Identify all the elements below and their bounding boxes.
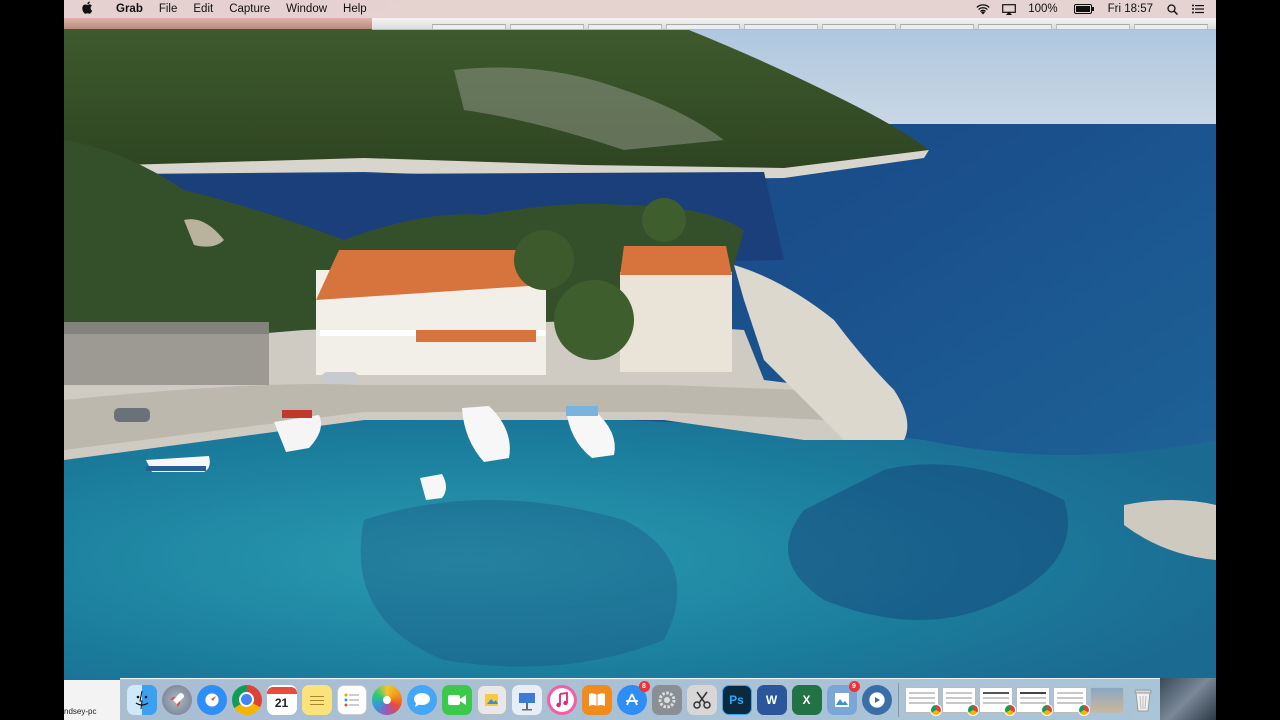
quicktime-icon[interactable] <box>861 684 892 715</box>
photoshop-label: Ps <box>729 692 744 707</box>
minimized-window[interactable] <box>1015 686 1053 716</box>
battery-icon[interactable] <box>1070 4 1094 14</box>
browser-window-tabstrip[interactable] <box>372 18 1216 30</box>
desktop-screen: Grab File Edit Capture Window Help 100% … <box>64 0 1216 720</box>
finder-icon[interactable] <box>126 684 157 715</box>
browser-tab[interactable] <box>588 24 662 29</box>
app-menu-grab[interactable]: Grab <box>108 0 151 18</box>
wifi-icon[interactable] <box>976 3 990 15</box>
menu-edit[interactable]: Edit <box>185 0 221 18</box>
calendar-icon[interactable]: 21 <box>266 684 297 715</box>
word-icon[interactable]: W <box>756 684 787 715</box>
minimized-window[interactable] <box>1052 686 1090 716</box>
desktop-window-fragment[interactable] <box>1160 678 1216 720</box>
menu-help[interactable]: Help <box>335 0 375 18</box>
chrome-icon <box>1040 703 1053 716</box>
browser-tab[interactable] <box>432 24 506 29</box>
scissors-icon[interactable] <box>686 684 717 715</box>
music-note-icon[interactable] <box>546 684 577 715</box>
browser-tab[interactable] <box>666 24 740 29</box>
image-icon[interactable]: 9 <box>826 680 860 715</box>
menu-window[interactable]: Window <box>278 0 335 18</box>
window-strip <box>64 18 1216 30</box>
grab-window-edge[interactable] <box>64 18 372 29</box>
browser-tab[interactable] <box>1056 24 1130 29</box>
desktop-window-fragment[interactable]: ndsey-pc <box>64 680 120 720</box>
dock-separator <box>898 682 899 717</box>
video-camera-icon[interactable] <box>441 684 472 715</box>
chat-bubble-icon[interactable] <box>406 684 437 715</box>
presentation-icon[interactable] <box>511 684 542 715</box>
minimized-window[interactable] <box>978 686 1016 716</box>
calendar-date: 21 <box>274 696 289 710</box>
gear-icon[interactable] <box>651 684 682 715</box>
excel-icon[interactable]: X <box>791 684 822 715</box>
browser-tab[interactable] <box>1134 24 1208 29</box>
preview-icon[interactable] <box>476 684 507 715</box>
image-app-badge: 9 <box>848 680 860 692</box>
browser-tab[interactable] <box>978 24 1052 29</box>
rocket-icon[interactable] <box>161 684 192 715</box>
window-label: ndsey-pc <box>64 707 97 716</box>
chrome-icon <box>966 703 979 716</box>
trash-icon[interactable] <box>1128 685 1158 715</box>
desktop-wallpaper <box>64 0 1216 720</box>
menu-bar: Grab File Edit Capture Window Help 100% … <box>64 0 1216 18</box>
notes-icon[interactable] <box>301 684 332 715</box>
word-label: W <box>765 692 778 707</box>
menu-capture[interactable]: Capture <box>221 0 278 18</box>
compass-icon[interactable] <box>196 684 227 715</box>
book-icon[interactable] <box>581 684 612 715</box>
list-icon[interactable] <box>1192 4 1204 14</box>
chrome-icon <box>1077 703 1090 716</box>
browser-tab[interactable] <box>822 24 896 29</box>
airplay-icon[interactable] <box>1002 3 1017 15</box>
apple-icon[interactable] <box>80 1 94 17</box>
list-icon[interactable] <box>336 684 367 715</box>
app-store-badge: 8 <box>638 680 650 692</box>
browser-tab[interactable] <box>900 24 974 29</box>
dock: 21 8 Ps W X 9 <box>120 678 1160 720</box>
browser-tab[interactable] <box>744 24 818 29</box>
app-store-icon[interactable]: 8 <box>616 680 650 715</box>
photoshop-icon[interactable]: Ps <box>721 684 752 715</box>
clock[interactable]: Fri 18:57 <box>1108 0 1153 18</box>
excel-label: X <box>802 692 811 707</box>
minimized-window[interactable] <box>1089 686 1124 713</box>
battery-percent: 100% <box>1028 3 1058 15</box>
chrome-icon[interactable] <box>231 684 262 715</box>
search-icon[interactable] <box>1167 3 1178 15</box>
photos-icon[interactable] <box>371 684 402 715</box>
menu-file[interactable]: File <box>151 0 186 18</box>
chrome-icon <box>1003 703 1016 716</box>
minimized-window[interactable] <box>904 686 942 716</box>
browser-tab[interactable] <box>510 24 584 29</box>
chrome-icon <box>929 703 942 716</box>
minimized-window[interactable] <box>941 686 979 716</box>
